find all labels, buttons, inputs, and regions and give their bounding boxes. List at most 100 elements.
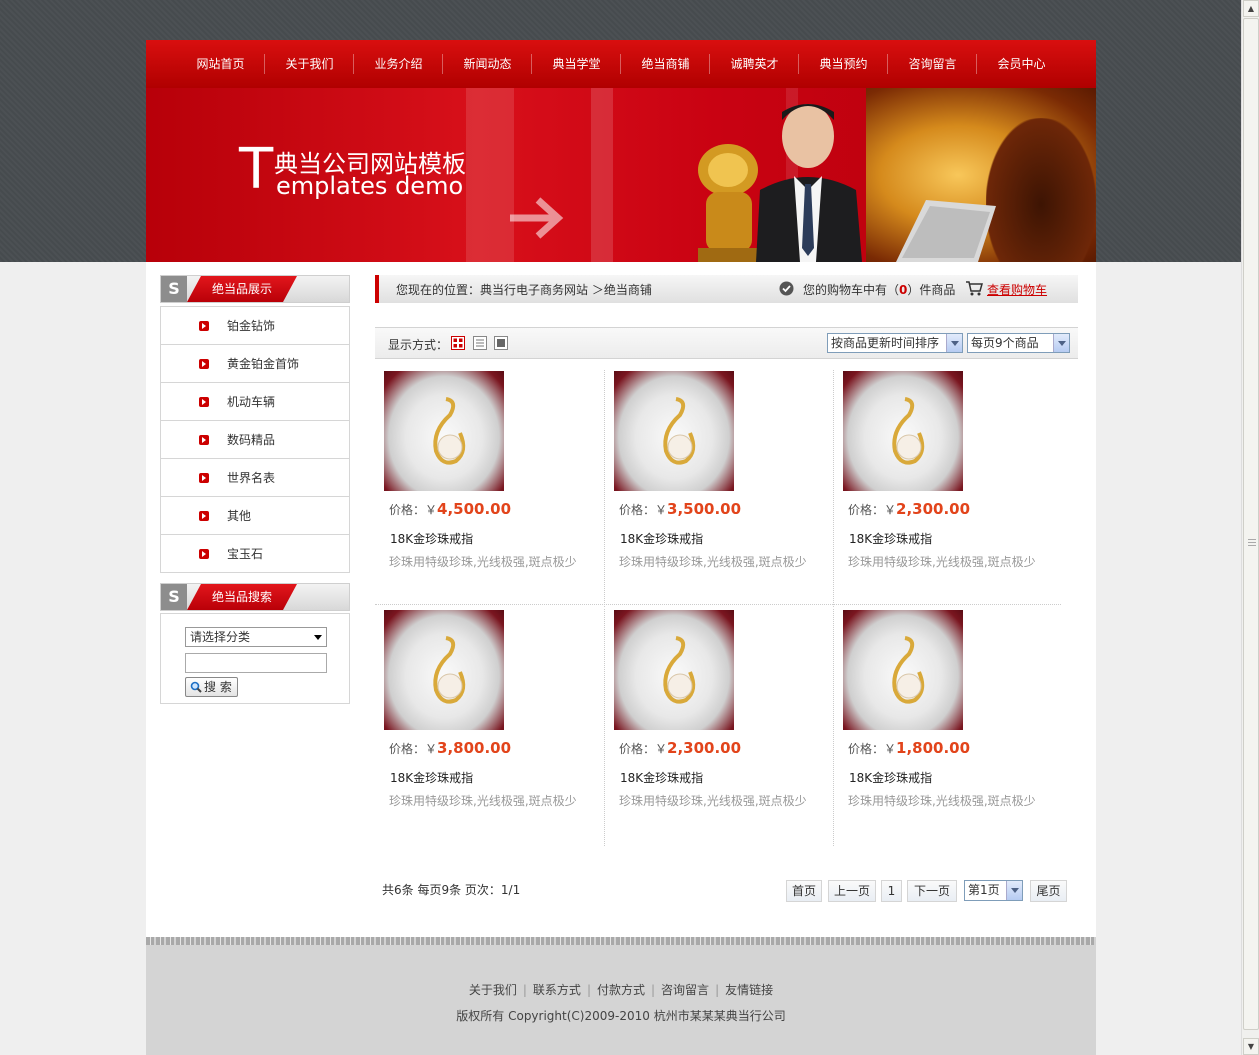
sort-select-value: 按商品更新时间排序 [831,336,940,350]
category-item[interactable]: 数码精品 [161,420,349,458]
product-image[interactable] [614,610,734,730]
nav-item-about[interactable]: 关于我们 [265,40,354,88]
category-item[interactable]: 黄金铂金首饰 [161,344,349,382]
search-input[interactable] [185,653,327,673]
product-card[interactable]: 价格：￥4,500.00 18K金珍珠戒指 珍珠用特级珍珠,光线极强,斑点极少 [375,370,604,607]
footer-link-contact[interactable]: 联系方式 [533,983,581,997]
category-item[interactable]: 机动车辆 [161,382,349,420]
nav-item-message[interactable]: 咨询留言 [888,40,977,88]
prev-page-button[interactable]: 上一页 [828,880,876,902]
nav-item-business[interactable]: 业务介绍 [354,40,443,88]
chevron-down-icon [946,334,962,352]
footer-link-message[interactable]: 咨询留言 [661,983,709,997]
nav-item-jobs[interactable]: 诚聘英才 [710,40,799,88]
nav-item-booking[interactable]: 典当预约 [799,40,888,88]
categories-header: S 绝当品展示 [160,275,350,303]
product-price: 价格：￥2,300.00 [848,500,970,518]
next-page-button[interactable]: 下一页 [907,880,957,902]
image-view-icon[interactable] [494,336,508,350]
footer-link-payment[interactable]: 付款方式 [597,983,645,997]
product-image[interactable] [384,610,504,730]
price-label: 价格：￥ [619,503,668,517]
product-price: 价格：￥4,500.00 [389,500,511,518]
category-label: 铂金钻饰 [227,319,276,333]
list-view-icon[interactable] [473,336,487,350]
footer-border [146,937,1096,945]
footer-link-about[interactable]: 关于我们 [469,983,517,997]
nav-item-shop[interactable]: 绝当商铺 [621,40,710,88]
price-label: 价格：￥ [389,503,438,517]
nav-item-home[interactable]: 网站首页 [176,40,265,88]
footer-links: 关于我们 | 联系方式 | 付款方式 | 咨询留言 | 友情链接 [146,981,1096,998]
product-description: 珍珠用特级珍珠,光线极强,斑点极少 [619,794,807,808]
product-price: 价格：￥2,300.00 [619,739,741,757]
product-description: 珍珠用特级珍珠,光线极强,斑点极少 [389,794,577,808]
businessman-image [756,104,862,262]
product-card[interactable]: 价格：￥2,300.00 18K金珍珠戒指 珍珠用特级珍珠,光线极强,斑点极少 [604,609,833,846]
cart-status: 您的购物车中有（0）件商品 [803,281,955,298]
view-cart-link[interactable]: 查看购物车 [987,281,1047,298]
product-description: 珍珠用特级珍珠,光线极强,斑点极少 [848,794,1036,808]
page-number-button[interactable]: 1 [881,880,902,902]
grid-view-icon[interactable] [451,336,465,350]
category-item[interactable]: 铂金钻饰 [161,306,349,344]
category-label: 宝玉石 [227,547,264,561]
copyright: 版权所有 Copyright(C)2009-2010 杭州市某某某典当行公司 [456,1009,786,1023]
bullet-arrow-icon [199,320,209,331]
bullet-arrow-icon [199,510,209,521]
category-label: 黄金铂金首饰 [227,357,300,371]
bullet-arrow-icon [199,548,209,559]
display-mode-label: 显示方式： [388,338,449,352]
footer: 关于我们 | 联系方式 | 付款方式 | 咨询留言 | 友情链接 版权所有 Copyright(… [146,945,1096,1055]
category-select[interactable]: 请选择分类 [185,627,327,647]
search-button[interactable]: 搜 索 [185,677,238,697]
product-card[interactable]: 价格：￥3,500.00 18K金珍珠戒指 珍珠用特级珍珠,光线极强,斑点极少 [604,370,833,607]
footer-link-friends[interactable]: 友情链接 [725,983,773,997]
price-value: 2,300.00 [667,739,742,757]
product-card[interactable]: 价格：￥1,800.00 18K金珍珠戒指 珍珠用特级珍珠,光线极强,斑点极少 [833,609,1062,846]
category-item[interactable]: 其他 [161,496,349,534]
bullet-arrow-icon [199,396,209,407]
per-page-select[interactable]: 每页9个商品 [967,333,1070,353]
product-card[interactable]: 价格：￥3,800.00 18K金珍珠戒指 珍珠用特级珍珠,光线极强,斑点极少 [375,609,604,846]
search-button-label: 搜 索 [204,680,232,694]
product-image[interactable] [843,371,963,491]
product-image[interactable] [614,371,734,491]
product-image[interactable] [843,610,963,730]
chevron-down-icon [1053,334,1069,352]
scroll-up-icon[interactable]: ▲ [1243,0,1259,17]
page-container: 网站首页 关于我们 业务介绍 新闻动态 典当学堂 绝当商铺 诚聘英才 典当预约 … [146,40,1096,1055]
product-name[interactable]: 18K金珍珠戒指 [620,769,703,786]
product-name[interactable]: 18K金珍珠戒指 [390,769,473,786]
main-nav: 网站首页 关于我们 业务介绍 新闻动态 典当学堂 绝当商铺 诚聘英才 典当预约 … [146,40,1096,88]
product-card[interactable]: 价格：￥2,300.00 18K金珍珠戒指 珍珠用特级珍珠,光线极强,斑点极少 [833,370,1062,607]
bullet-arrow-icon [199,358,209,369]
search-header: S 绝当品搜索 [160,583,350,611]
price-label: 价格：￥ [848,503,897,517]
price-value: 3,800.00 [437,739,512,757]
product-image[interactable] [384,371,504,491]
last-page-button[interactable]: 尾页 [1030,880,1067,902]
product-name[interactable]: 18K金珍珠戒指 [620,530,703,547]
scroll-down-icon[interactable]: ▼ [1243,1038,1259,1055]
category-item[interactable]: 宝玉石 [161,534,349,572]
product-name[interactable]: 18K金珍珠戒指 [849,530,932,547]
nav-item-school[interactable]: 典当学堂 [532,40,621,88]
category-item[interactable]: 世界名表 [161,458,349,496]
product-price: 价格：￥1,800.00 [848,739,970,757]
nav-item-news[interactable]: 新闻动态 [443,40,532,88]
vertical-scrollbar[interactable]: ▲ ▼ [1241,0,1259,1055]
nav-item-member[interactable]: 会员中心 [977,40,1066,88]
s-badge: S [161,276,187,302]
search-icon [190,681,202,693]
footer-separator: | [651,983,656,997]
first-page-button[interactable]: 首页 [786,880,822,902]
price-value: 1,800.00 [896,739,971,757]
product-name[interactable]: 18K金珍珠戒指 [849,769,932,786]
product-name[interactable]: 18K金珍珠戒指 [390,530,473,547]
page-select[interactable]: 第1页 [964,880,1023,901]
laptop-image [896,200,996,262]
scrollbar-thumb[interactable] [1243,18,1259,1030]
chevron-down-icon [1006,881,1022,900]
sort-select[interactable]: 按商品更新时间排序 [827,333,963,353]
